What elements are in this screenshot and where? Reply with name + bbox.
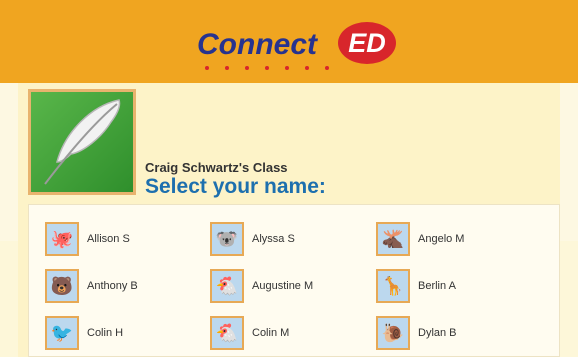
student-name: Alyssa S <box>252 233 295 245</box>
logo-ed-badge: ED <box>338 22 396 64</box>
bear-icon: 🐻 <box>45 269 79 303</box>
student-grid: 🐙 Allison S 🐨 Alyssa S 🫎 Angelo M 🐻 Anth… <box>28 204 560 357</box>
koala-icon: 🐨 <box>210 222 244 256</box>
logo-dots <box>201 66 341 72</box>
octopus-icon: 🐙 <box>45 222 79 256</box>
student-button[interactable]: 🐨 Alyssa S <box>210 221 295 257</box>
connected-logo: Connect ED <box>197 22 397 74</box>
student-name: Anthony B <box>87 280 138 292</box>
student-button[interactable]: 🐔 Colin M <box>210 315 289 351</box>
student-button[interactable]: 🐙 Allison S <box>45 221 130 257</box>
giraffe-icon: 🦒 <box>376 269 410 303</box>
feather-class-image <box>28 89 136 195</box>
student-button[interactable]: 🦒 Berlin A <box>376 268 456 304</box>
student-name: Colin H <box>87 327 124 339</box>
student-button[interactable]: 🐔 Augustine M <box>210 268 313 304</box>
student-button[interactable]: 🐌 Dylan B <box>376 315 457 351</box>
class-name: Craig Schwartz's Class <box>145 160 288 175</box>
moose-icon: 🫎 <box>376 222 410 256</box>
student-button[interactable]: 🐻 Anthony B <box>45 268 138 304</box>
student-name: Berlin A <box>418 280 456 292</box>
student-name: Allison S <box>87 233 130 245</box>
chicken-icon: 🐔 <box>210 269 244 303</box>
student-name: Colin M <box>252 327 290 339</box>
snail-icon: 🐌 <box>376 316 410 350</box>
chicken-icon: 🐔 <box>210 316 244 350</box>
header-bar: Connect ED <box>0 0 578 83</box>
page-title: Select your name: <box>145 175 326 198</box>
toucan-icon: 🐦 <box>45 316 79 350</box>
student-button[interactable]: 🫎 Angelo M <box>376 221 464 257</box>
logo-word: Connect <box>197 28 317 61</box>
student-button[interactable]: 🐦 Colin H <box>45 315 123 351</box>
student-name: Angelo M <box>418 233 465 245</box>
student-name: Dylan B <box>418 327 457 339</box>
student-name: Augustine M <box>252 280 314 292</box>
